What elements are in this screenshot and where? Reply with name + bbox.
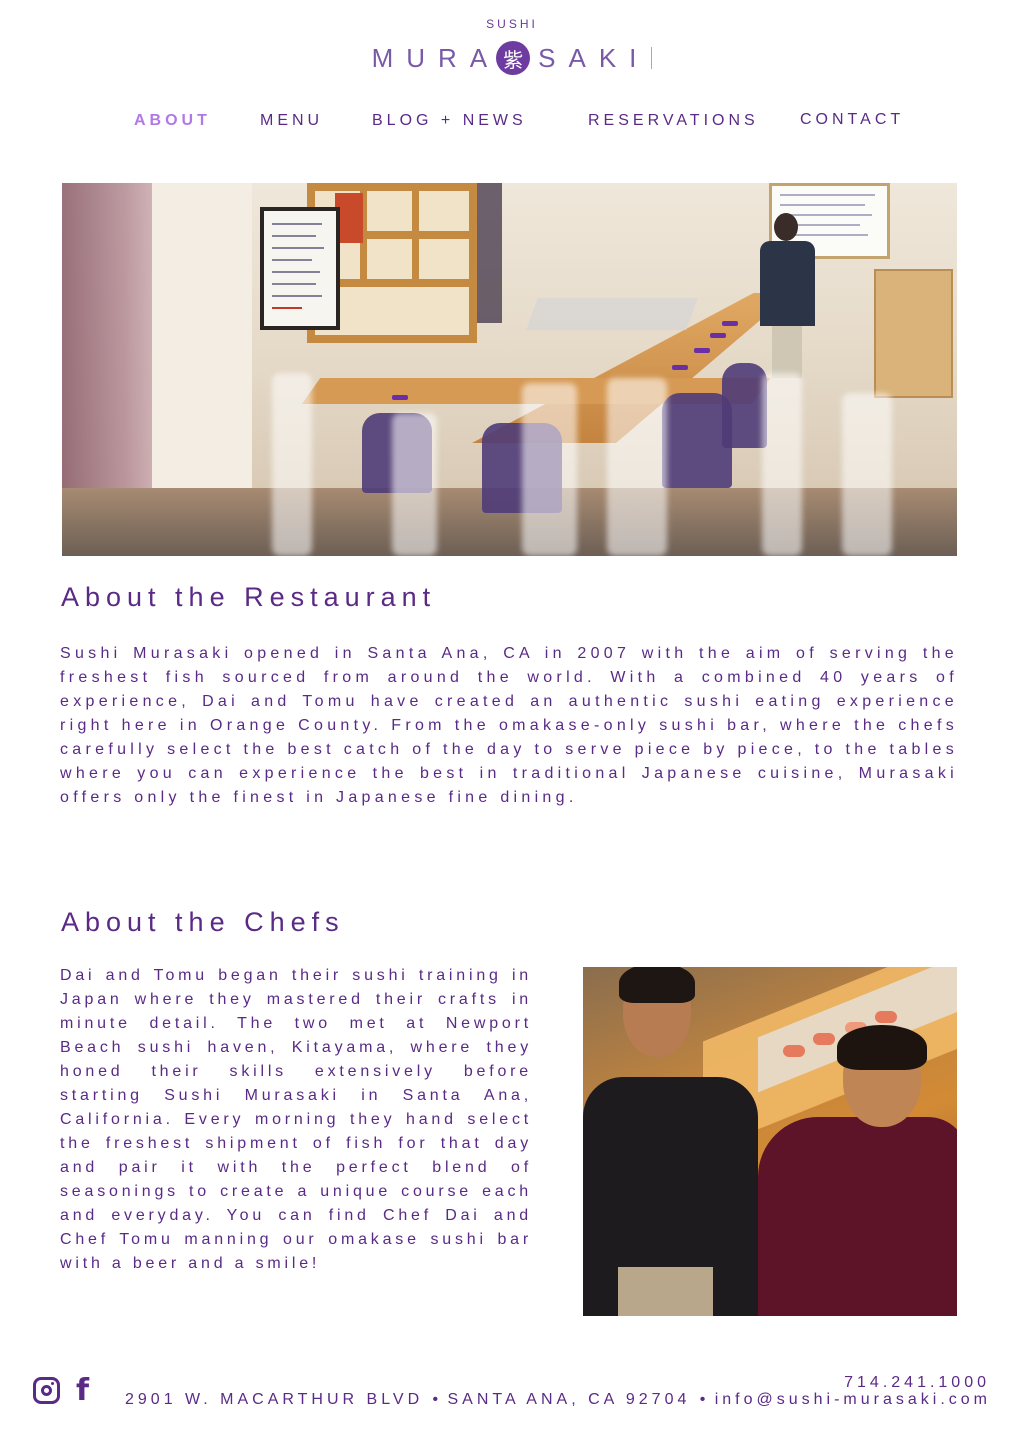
footer-address-line: 2901 W. MACARTHUR BLVD • SANTA ANA, CA 9… — [125, 1391, 991, 1409]
nav-item-reservations[interactable]: RESERVATIONS — [588, 112, 759, 130]
facebook-icon[interactable]: f — [76, 1373, 96, 1408]
nav-item-blog-news[interactable]: BLOG + NEWS — [372, 112, 527, 130]
restaurant-interior-photo — [62, 183, 957, 556]
instagram-icon[interactable] — [33, 1374, 65, 1406]
logo-tagline: SUSHI — [486, 17, 538, 31]
footer-separator: • — [699, 1391, 706, 1408]
footer-separator: • — [432, 1391, 439, 1408]
footer-address: 2901 W. MACARTHUR BLVD — [125, 1391, 424, 1408]
main-nav: ABOUT MENU BLOG + NEWS RESERVATIONS CONT… — [0, 108, 1024, 138]
logo-divider — [651, 47, 653, 69]
about-restaurant-text: Sushi Murasaki opened in Santa Ana, CA i… — [60, 645, 958, 806]
logo[interactable]: MURA 紫 SAKI — [0, 38, 1024, 78]
chefs-photo — [583, 967, 957, 1316]
about-chefs-heading: About the Chefs — [61, 907, 345, 937]
about-chefs-text: Dai and Tomu began their sushi training … — [60, 967, 532, 1272]
footer-email-link[interactable]: info@sushi-murasaki.com — [715, 1391, 991, 1409]
logo-text-right: SAKI — [538, 42, 650, 73]
nav-item-menu[interactable]: MENU — [260, 112, 323, 130]
footer-city: SANTA ANA, CA 92704 — [447, 1391, 691, 1408]
nav-item-contact[interactable]: CONTACT — [800, 111, 904, 129]
nav-item-about[interactable]: ABOUT — [134, 112, 211, 130]
about-restaurant-heading: About the Restaurant — [61, 582, 437, 612]
logo-seal-icon: 紫 — [496, 41, 531, 75]
logo-text-left: MURA — [371, 42, 501, 73]
footer-phone[interactable]: 714.241.1000 — [844, 1374, 990, 1392]
